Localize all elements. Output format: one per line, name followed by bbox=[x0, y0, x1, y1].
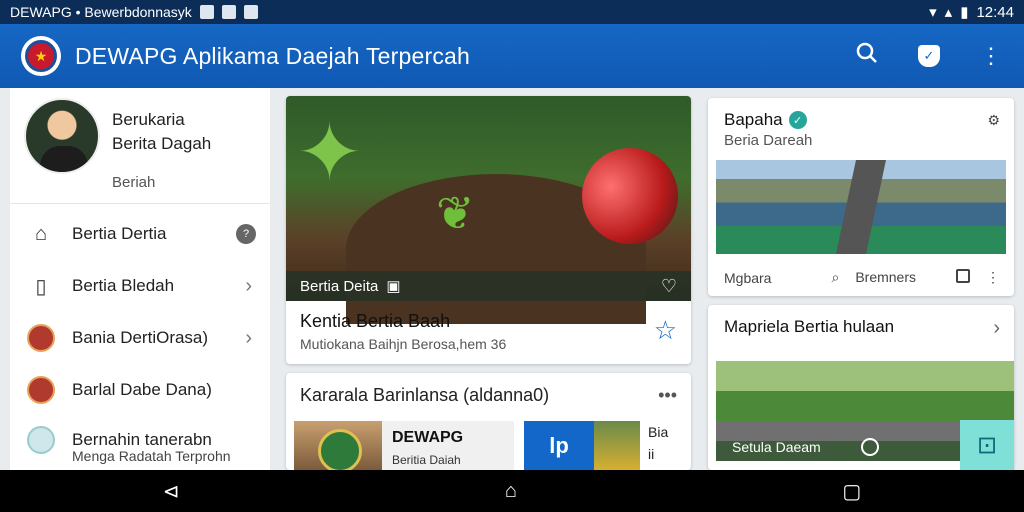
recents-icon[interactable]: ▢ bbox=[842, 479, 861, 504]
news-list-card[interactable]: Kararala Barinlansa (aldanna0) ••• DEWAP… bbox=[286, 373, 691, 470]
clock-icon bbox=[860, 438, 879, 456]
featured-news-card[interactable]: ✦ ❦ Bertia Deita ▣ ♡ Kentia Bertia Baah … bbox=[286, 96, 691, 364]
info-icon[interactable]: ? bbox=[236, 224, 256, 244]
chevron-right-icon: › bbox=[245, 326, 252, 349]
sidebar-item-label: Barlal Dabe Dana) bbox=[72, 380, 212, 399]
tile-subtitle: Beritia Daiah bbox=[392, 453, 461, 467]
sidebar-item-barlal[interactable]: Barlal Dabe Dana) bbox=[10, 364, 270, 416]
tile-label: ii bbox=[648, 446, 655, 462]
star-icon: ★ bbox=[25, 40, 57, 72]
star-icon[interactable]: ☆ bbox=[654, 315, 677, 346]
app-icon: lp bbox=[524, 421, 594, 470]
back-icon[interactable]: ⊲ bbox=[163, 479, 180, 504]
document-icon: ▯ bbox=[35, 275, 47, 298]
footer-label: Mgbara bbox=[724, 269, 772, 286]
card-subtitle: Beria Dareah bbox=[724, 132, 813, 149]
thumbnail bbox=[594, 421, 640, 470]
more-vert-icon[interactable]: ⋮ bbox=[986, 269, 1000, 286]
plant-icon: ✦ bbox=[296, 108, 364, 197]
image-caption-band: Setula Daeam bbox=[716, 433, 926, 461]
wifi-icon: ▾ bbox=[929, 4, 937, 21]
verified-icon: ✓ bbox=[788, 111, 807, 129]
briefcase-icon: ⌂ bbox=[34, 222, 48, 245]
notification-icon bbox=[199, 5, 214, 19]
sidebar-item-bertia-dertia[interactable]: ⌂ Bertia Dertia ? bbox=[10, 208, 270, 260]
sidebar-item-sublabel: Menga Radatah Terprohn bbox=[72, 448, 231, 464]
app-title: DEWAPG Aplikama Daejah Terpercah bbox=[75, 42, 471, 69]
image-caption-band: Bertia Deita ▣ ♡ bbox=[286, 271, 691, 301]
news-image bbox=[716, 160, 1006, 254]
notification-icon bbox=[221, 5, 236, 19]
heart-icon[interactable]: ♡ bbox=[661, 276, 677, 297]
card-title: Mapriela Bertia hulaan bbox=[724, 317, 895, 336]
app-bar: ★ DEWAPG Aplikama Daejah Terpercah ✓ ⋮ bbox=[0, 24, 1024, 88]
avatar bbox=[24, 98, 100, 174]
sidebar-item-bertia-bledah[interactable]: ▯ Bertia Bledah › bbox=[10, 260, 270, 312]
caption-label: Setula Daeam bbox=[732, 439, 821, 455]
sidebar-item-label: Bertia Dertia bbox=[72, 224, 167, 243]
emblem-icon bbox=[27, 324, 55, 352]
open-bag-button[interactable]: ⊡ bbox=[960, 420, 1014, 470]
app-logo[interactable]: ★ bbox=[21, 36, 61, 76]
news-title: Kentia Bertia Baah bbox=[300, 311, 451, 331]
tile-label: Bia bbox=[648, 424, 669, 440]
profile-name: Berukaria bbox=[112, 110, 185, 129]
notification-icon bbox=[243, 5, 258, 19]
emblem-icon bbox=[27, 376, 55, 404]
news-tile[interactable]: Bia ii bbox=[648, 421, 688, 470]
news-tile[interactable]: lp bbox=[524, 421, 640, 470]
bag-icon: ⊡ bbox=[976, 431, 998, 459]
signal-icon: ▴ bbox=[944, 4, 953, 21]
chevron-right-icon: › bbox=[245, 274, 252, 297]
more-vert-icon[interactable]: ⋮ bbox=[980, 43, 1002, 69]
caption-label: Bertia Deita bbox=[300, 277, 379, 295]
featured-image: ✦ ❦ Bertia Deita ▣ ♡ bbox=[286, 96, 691, 324]
sidebar: Berukaria Berita Dagah Beriah ⌂ Bertia D… bbox=[10, 88, 270, 470]
emblem-icon bbox=[27, 426, 55, 454]
footer-label: Bremners bbox=[855, 269, 916, 285]
status-bar: DEWAPG • Bewerbdonnasyk ▾ ▴ ▮ 12:44 bbox=[0, 0, 1024, 24]
battery-icon: ▮ bbox=[960, 4, 969, 21]
thumbnail bbox=[294, 421, 382, 470]
tile-title: DEWAPG bbox=[392, 429, 464, 446]
sidebar-item-label: Bernahin tanerabn bbox=[72, 430, 212, 449]
sidebar-item-bania[interactable]: Bania DertiOrasa) › bbox=[10, 312, 270, 364]
profile-role: Beriah bbox=[112, 174, 156, 191]
system-nav-bar: ⊲ ⌂ ▢ bbox=[0, 470, 1024, 512]
checkbox[interactable] bbox=[956, 269, 970, 283]
sidebar-item-bernahin[interactable]: Bernahin tanerabn Menga Radatah Terprohn bbox=[10, 414, 270, 466]
search-icon[interactable]: ⌕ bbox=[831, 269, 839, 286]
sidebar-item-label: Bertia Bledah bbox=[72, 276, 175, 295]
chevron-right-icon[interactable]: › bbox=[993, 317, 1000, 340]
seedling-icon: ❦ bbox=[436, 187, 475, 239]
profile-card[interactable]: Berukaria Berita Dagah Beriah bbox=[10, 88, 270, 204]
book-icon[interactable]: ▣ bbox=[386, 277, 400, 295]
clock: 12:44 bbox=[976, 3, 1014, 21]
sidebar-item-label: Bania DertiOrasa) bbox=[72, 328, 209, 347]
settings-icon[interactable]: ⚙ bbox=[987, 112, 1000, 129]
news-subtitle: Mutiokana Baihjn Berosa,hem 36 bbox=[300, 336, 507, 352]
regional-news-card[interactable]: Bapaha ✓ Beria Dareah ⚙ Mgbara ⌕ Bremner… bbox=[708, 98, 1014, 296]
card-title: Bapaha bbox=[724, 110, 783, 129]
news-tile[interactable]: DEWAPG Beritia Daiah bbox=[294, 421, 514, 470]
shield-icon[interactable]: ✓ bbox=[918, 45, 940, 67]
more-horiz-icon[interactable]: ••• bbox=[658, 385, 677, 406]
profile-subtitle: Berita Dagah bbox=[112, 134, 212, 153]
emblem-icon bbox=[318, 429, 362, 470]
status-text: DEWAPG • Bewerbdonnasyk bbox=[10, 4, 192, 20]
search-icon[interactable] bbox=[856, 42, 878, 70]
card-header: Kararala Barinlansa (aldanna0) bbox=[300, 385, 550, 405]
home-icon[interactable]: ⌂ bbox=[505, 480, 517, 503]
